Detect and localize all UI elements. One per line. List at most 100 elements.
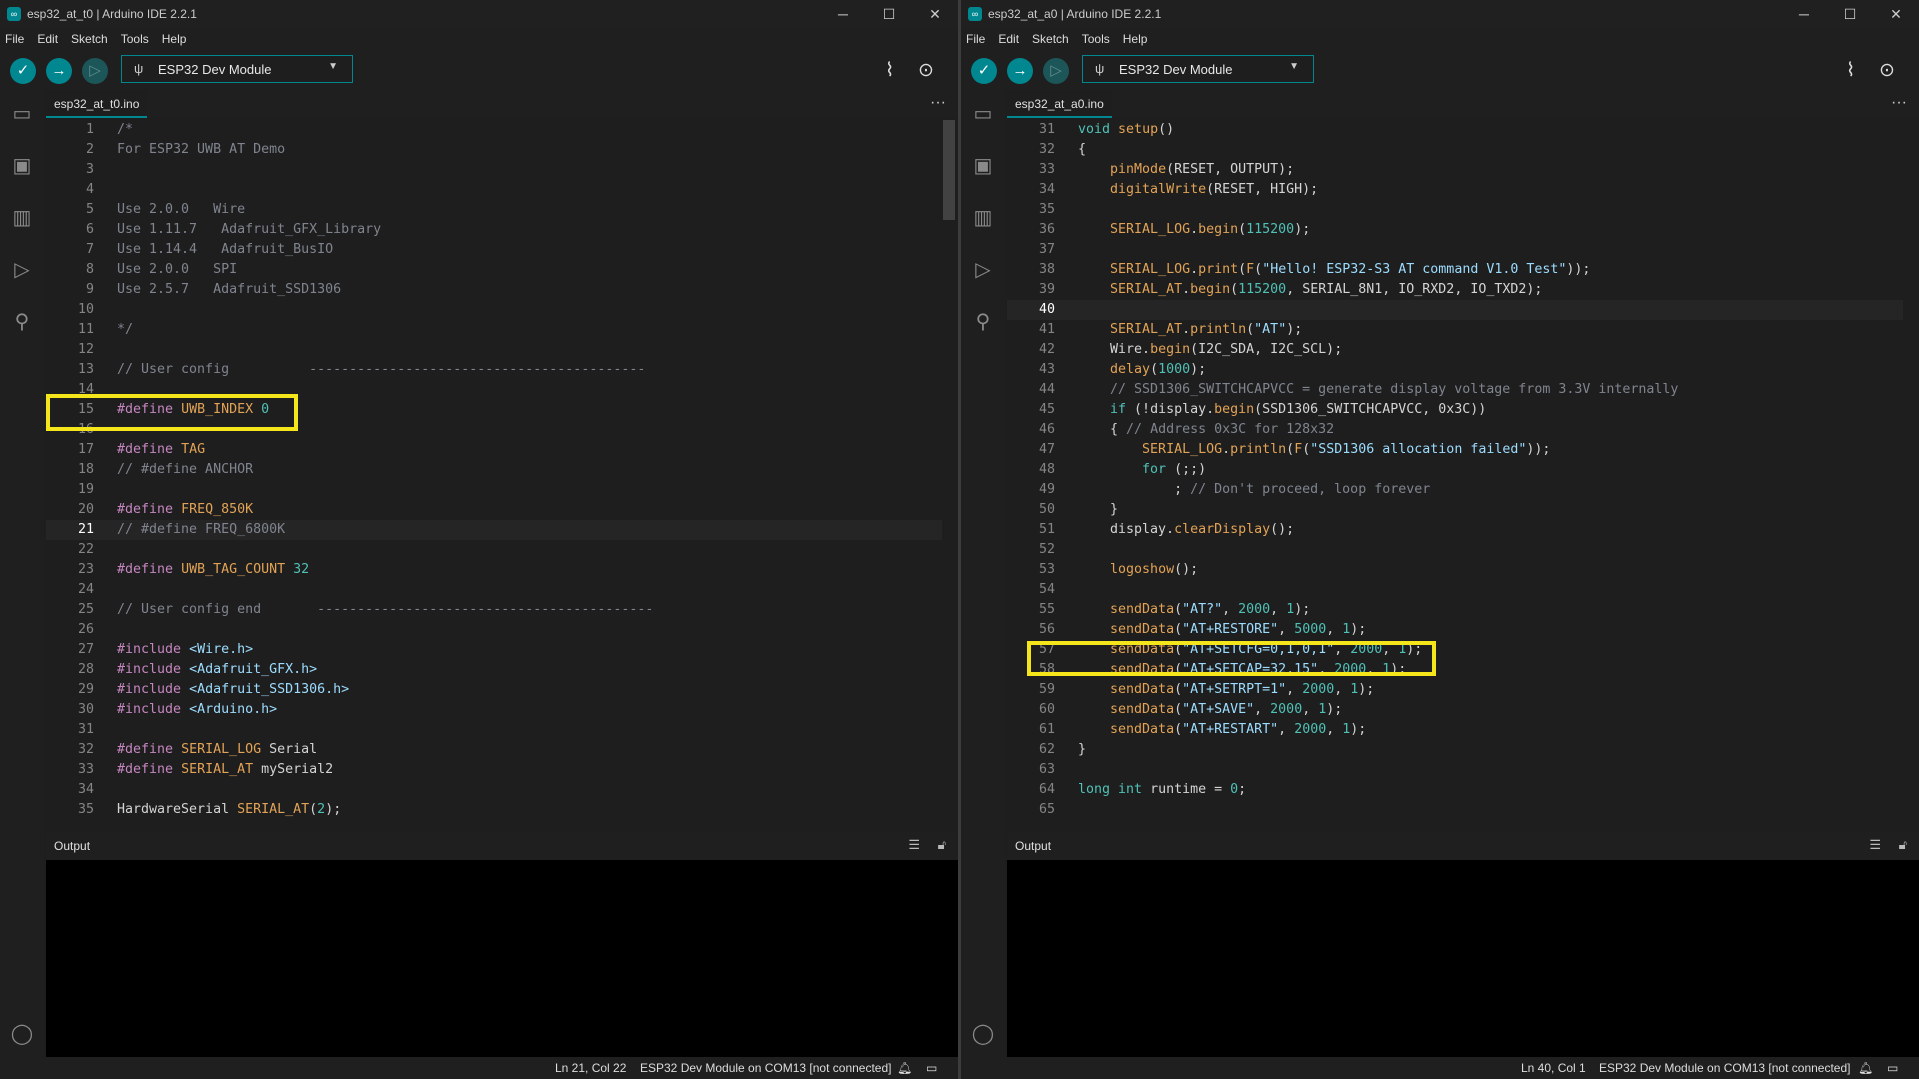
code-line[interactable]: 13 // User config -----------------------… <box>46 360 942 380</box>
menu-help[interactable]: Help <box>1123 28 1148 50</box>
code-line[interactable]: 3 <box>46 160 942 180</box>
editor-scrollbar[interactable] <box>943 120 955 220</box>
code-line[interactable]: 56 sendData("AT+RESTORE", 5000, 1); <box>1007 620 1903 640</box>
code-line[interactable]: 31 <box>46 720 942 740</box>
code-line[interactable]: 35 HardwareSerial SERIAL_AT(2); <box>46 800 942 820</box>
code-line[interactable]: 5 Use 2.0.0 Wire <box>46 200 942 220</box>
code-line[interactable]: 26 <box>46 620 942 640</box>
serial-monitor-icon[interactable]: ⊙ <box>918 59 934 82</box>
debug-panel-icon[interactable]: ▷ <box>10 258 34 282</box>
maximize-icon[interactable]: ☐ <box>1827 0 1873 28</box>
code-line[interactable]: 6 Use 1.11.7 Adafruit_GFX_Library <box>46 220 942 240</box>
clear-output-icon[interactable]: ☰ <box>908 837 920 853</box>
editor[interactable]: esp32_at_t0.ino ··· 1 /* 2 For ESP32 UWB AT… <box>46 90 958 830</box>
code-line[interactable]: 33 #define SERIAL_AT mySerial2 <box>46 760 942 780</box>
code-line[interactable]: 43 delay(1000); <box>1007 360 1903 380</box>
code-line[interactable]: 52 <box>1007 540 1903 560</box>
code-line[interactable]: 1 /* <box>46 120 942 140</box>
code-line[interactable]: 8 Use 2.0.0 SPI <box>46 260 942 280</box>
search-icon[interactable]: ⚲ <box>971 310 995 334</box>
boards-manager-icon[interactable]: ▣ <box>10 154 34 178</box>
upload-icon[interactable]: → <box>46 58 72 84</box>
minimize-icon[interactable]: ─ <box>1781 0 1827 28</box>
code-line[interactable]: 34 digitalWrite(RESET, HIGH); <box>1007 180 1903 200</box>
code-line[interactable]: 31 void setup() <box>1007 120 1903 140</box>
bell-icon[interactable]: 🔔︎ <box>897 1061 912 1075</box>
code-line[interactable]: 7 Use 1.14.4 Adafruit_BusIO <box>46 240 942 260</box>
code-editor[interactable]: 1/* 2 For ESP32 UWB AT Demo 3 4 5 Use 2.0.0 Wi… <box>46 120 942 830</box>
menu-edit[interactable]: Edit <box>998 28 1019 50</box>
code-line[interactable]: 44 // SSD1306_SWITCHCAPVCC = generate di… <box>1007 380 1903 400</box>
code-line[interactable]: 55 sendData("AT?", 2000, 1); <box>1007 600 1903 620</box>
clear-output-icon[interactable]: ☰ <box>1869 837 1881 853</box>
code-line[interactable]: 54 <box>1007 580 1903 600</box>
library-manager-icon[interactable]: ▥ <box>10 206 34 230</box>
code-line[interactable]: 14 <box>46 380 942 400</box>
code-line[interactable]: 33 pinMode(RESET, OUTPUT); <box>1007 160 1903 180</box>
code-line[interactable]: 30 #include <Arduino.h> <box>46 700 942 720</box>
menu-sketch[interactable]: Sketch <box>71 28 108 50</box>
code-line[interactable]: 20 #define FREQ_850K <box>46 500 942 520</box>
code-line[interactable]: 21 // #define FREQ_6800K <box>46 520 942 540</box>
code-line[interactable]: 28 #include <Adafruit_GFX.h> <box>46 660 942 680</box>
code-editor[interactable]: 31 void setup() 32 {33 pinMode(RESET, OUTPU… <box>1007 120 1903 830</box>
boards-manager-icon[interactable]: ▣ <box>971 154 995 178</box>
code-line[interactable]: 9 Use 2.5.7 Adafruit_SSD1306 <box>46 280 942 300</box>
menu-sketch[interactable]: Sketch <box>1032 28 1069 50</box>
bell-icon[interactable]: 🔔︎ <box>1858 1061 1873 1075</box>
code-line[interactable]: 18 // #define ANCHOR <box>46 460 942 480</box>
code-line[interactable]: 22 <box>46 540 942 560</box>
close-icon[interactable]: ✕ <box>912 0 958 28</box>
debug-icon[interactable]: ▷ <box>1043 58 1069 84</box>
code-line[interactable]: 47 SERIAL_LOG.println(F("SSD1306 allocat… <box>1007 440 1903 460</box>
code-line[interactable]: 23 #define UWB_TAG_COUNT 32 <box>46 560 942 580</box>
code-line[interactable]: 61 sendData("AT+RESTART", 2000, 1); <box>1007 720 1903 740</box>
debug-icon[interactable]: ▷ <box>82 58 108 84</box>
code-line[interactable]: 39 SERIAL_AT.begin(115200, SERIAL_8N1, I… <box>1007 280 1903 300</box>
panel-toggle-icon[interactable]: ▭ <box>1887 1061 1898 1075</box>
library-manager-icon[interactable]: ▥ <box>971 206 995 230</box>
maximize-icon[interactable]: ☐ <box>866 0 912 28</box>
code-line[interactable]: 32 { <box>1007 140 1903 160</box>
code-line[interactable]: 65 <box>1007 800 1903 820</box>
folder-icon[interactable]: ▭ <box>10 102 34 126</box>
menu-help[interactable]: Help <box>162 28 187 50</box>
code-line[interactable]: 63 <box>1007 760 1903 780</box>
code-line[interactable]: 25 // User config end -------------------… <box>46 600 942 620</box>
code-line[interactable]: 34 <box>46 780 942 800</box>
code-line[interactable]: 12 <box>46 340 942 360</box>
code-line[interactable]: 50 } <box>1007 500 1903 520</box>
code-line[interactable]: 64 long int runtime = 0; <box>1007 780 1903 800</box>
code-line[interactable]: 40 <box>1007 300 1903 320</box>
code-line[interactable]: 62} <box>1007 740 1903 760</box>
search-icon[interactable]: ⚲ <box>10 310 34 334</box>
code-line[interactable]: 42 Wire.begin(I2C_SDA, I2C_SCL); <box>1007 340 1903 360</box>
folder-icon[interactable]: ▭ <box>971 102 995 126</box>
code-line[interactable]: 48 for (;;) <box>1007 460 1903 480</box>
code-line[interactable]: 27 #include <Wire.h> <box>46 640 942 660</box>
code-line[interactable]: 17 #define TAG <box>46 440 942 460</box>
verify-icon[interactable]: ✓ <box>971 58 997 84</box>
panel-toggle-icon[interactable]: ▭ <box>926 1061 937 1075</box>
code-line[interactable]: 36 SERIAL_LOG.begin(115200); <box>1007 220 1903 240</box>
code-line[interactable]: 10 <box>46 300 942 320</box>
lock-icon[interactable]: 🔓︎ <box>938 837 946 853</box>
menu-file[interactable]: File <box>966 28 985 50</box>
code-line[interactable]: 11 */ <box>46 320 942 340</box>
code-line[interactable]: 59 sendData("AT+SETRPT=1", 2000, 1); <box>1007 680 1903 700</box>
code-line[interactable]: 24 <box>46 580 942 600</box>
code-line[interactable]: 37 <box>1007 240 1903 260</box>
code-line[interactable]: 49 ; // Don't proceed, loop forever <box>1007 480 1903 500</box>
code-line[interactable]: 29 #include <Adafruit_SSD1306.h> <box>46 680 942 700</box>
minimize-icon[interactable]: ─ <box>820 0 866 28</box>
debug-panel-icon[interactable]: ▷ <box>971 258 995 282</box>
tab-sketch[interactable]: esp32_at_a0.ino <box>1007 90 1112 118</box>
menu-file[interactable]: File <box>5 28 24 50</box>
lock-icon[interactable]: 🔓︎ <box>1899 837 1907 853</box>
serial-monitor-icon[interactable]: ⊙ <box>1879 59 1895 82</box>
serial-plotter-icon[interactable]: ⌇ <box>885 59 894 82</box>
code-line[interactable]: 32 #define SERIAL_LOG Serial <box>46 740 942 760</box>
code-line[interactable]: 38 SERIAL_LOG.print(F("Hello! ESP32-S3 A… <box>1007 260 1903 280</box>
code-line[interactable]: 46 { // Address 0x3C for 128x32 <box>1007 420 1903 440</box>
code-line[interactable]: 57 sendData("AT+SETCFG=0,1,0,1", 2000, 1… <box>1007 640 1903 660</box>
